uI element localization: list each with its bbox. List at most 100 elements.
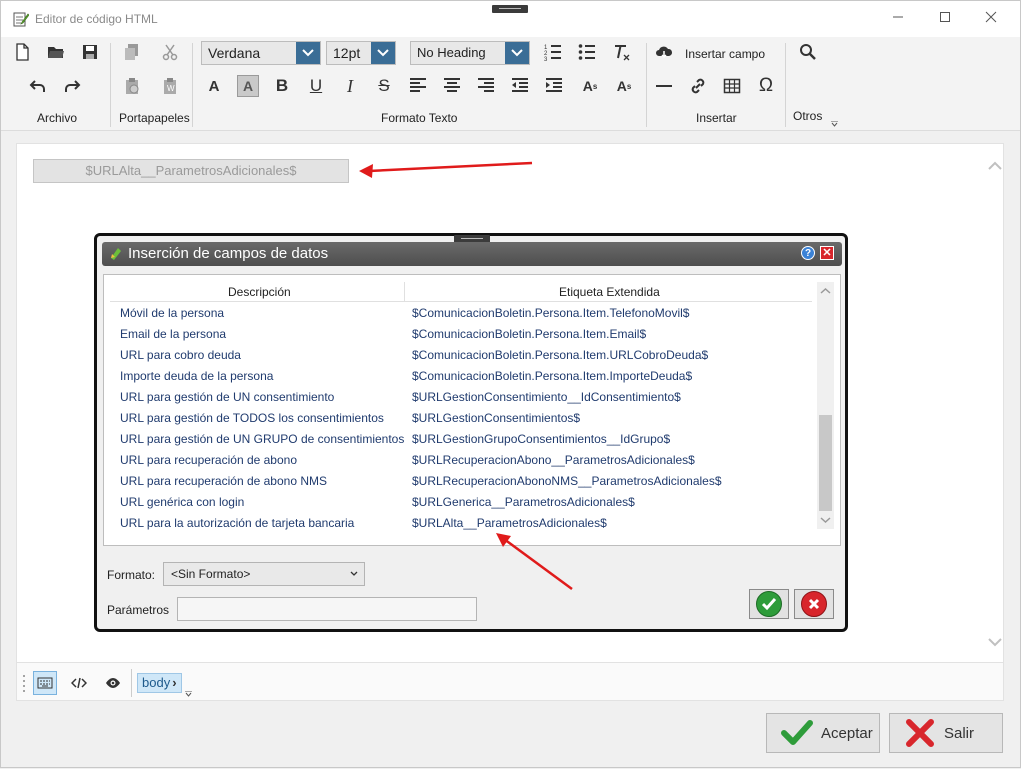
inserted-field-chip[interactable]: $URLAlta__ParametrosAdicionales$ xyxy=(33,159,349,183)
numbered-list-icon: 123 xyxy=(544,45,561,61)
italic-button[interactable]: I xyxy=(337,73,363,99)
minimize-button[interactable] xyxy=(885,7,911,31)
new-file-button[interactable] xyxy=(9,39,35,65)
table-row[interactable]: URL para la autorización de tarjeta banc… xyxy=(110,513,812,534)
table-row[interactable]: URL para gestión de UN GRUPO de consenti… xyxy=(110,429,812,450)
font-size-select[interactable]: 12pt xyxy=(326,41,396,65)
column-header-etiqueta[interactable]: Etiqueta Extendida xyxy=(559,285,660,299)
table-row[interactable]: URL para gestión de TODOS los consentimi… xyxy=(110,408,812,429)
dialog-ok-button[interactable] xyxy=(749,589,789,619)
align-left-button[interactable] xyxy=(405,73,431,99)
row-description: URL para cobro deuda xyxy=(120,348,241,362)
dialog-close-icon[interactable]: ✕ xyxy=(820,246,834,260)
dialog-app-icon xyxy=(111,248,121,260)
tag-breadcrumb[interactable]: body › xyxy=(137,673,182,693)
ribbon-expand-icon[interactable] xyxy=(831,121,838,127)
accept-button[interactable]: Aceptar xyxy=(766,713,880,753)
save-icon xyxy=(83,45,97,59)
open-folder-button[interactable] xyxy=(43,39,69,65)
superscript-glyph: A xyxy=(582,78,593,94)
exit-button[interactable]: Salir xyxy=(889,713,1003,753)
minimize-icon xyxy=(893,16,903,18)
indent-button[interactable] xyxy=(541,73,567,99)
table-row[interactable]: URL genérica con login $URLGenerica__Para… xyxy=(110,492,812,513)
source-view-button[interactable] xyxy=(67,671,91,695)
table-row[interactable]: URL para recuperación de abono NMS $URLRe… xyxy=(110,471,812,492)
scroll-up-icon[interactable] xyxy=(987,158,1003,174)
formato-value: <Sin Formato> xyxy=(171,567,251,581)
strikethrough-button[interactable]: S xyxy=(371,73,397,99)
table-row[interactable]: Móvil de la persona $ComunicacionBoletin.… xyxy=(110,303,812,324)
superscript-button[interactable]: As xyxy=(577,73,603,99)
parametros-label: Parámetros xyxy=(107,603,170,617)
table-button[interactable] xyxy=(719,73,745,99)
parametros-input[interactable] xyxy=(177,597,477,621)
subscript-button[interactable]: As xyxy=(611,73,637,99)
divider xyxy=(131,669,132,697)
maximize-button[interactable] xyxy=(932,7,958,31)
search-button[interactable] xyxy=(795,39,821,65)
undo-button[interactable] xyxy=(25,73,51,99)
link-button[interactable] xyxy=(685,73,711,99)
paste-button[interactable] xyxy=(119,73,145,99)
row-extended-tag: $URLGestionGrupoConsentimientos__IdGrupo… xyxy=(412,432,671,446)
scroll-down-icon[interactable] xyxy=(818,513,833,527)
bold-button[interactable]: B xyxy=(269,73,295,99)
clear-format-button[interactable] xyxy=(608,39,634,65)
help-icon[interactable]: ? xyxy=(801,246,815,260)
redo-button[interactable] xyxy=(59,73,85,99)
font-family-select[interactable]: Verdana xyxy=(201,41,321,65)
scroll-up-icon[interactable] xyxy=(818,284,833,298)
group-label-formato-texto: Formato Texto xyxy=(381,111,458,125)
row-extended-tag: $ComunicacionBoletin.Persona.Item.Telefo… xyxy=(412,306,690,320)
preview-button[interactable] xyxy=(101,671,125,695)
checkmark-icon xyxy=(781,720,813,745)
save-button[interactable] xyxy=(77,39,103,65)
svg-text:W: W xyxy=(167,84,175,93)
copy-button[interactable] xyxy=(119,39,145,65)
grid-scrollbar[interactable] xyxy=(817,282,834,529)
column-header-descripcion[interactable]: Descripción xyxy=(228,285,291,299)
cut-button[interactable] xyxy=(157,39,183,65)
new-file-icon xyxy=(16,43,29,61)
formato-select[interactable]: <Sin Formato> xyxy=(163,562,365,586)
close-button[interactable] xyxy=(978,7,1004,31)
table-row[interactable]: URL para recuperación de abono $URLRecupe… xyxy=(110,450,812,471)
row-description: URL para la autorización de tarjeta banc… xyxy=(120,516,355,530)
bar-expand-icon[interactable] xyxy=(185,691,192,697)
numbered-list-button[interactable]: 123 xyxy=(540,39,566,65)
outdent-button[interactable] xyxy=(507,73,533,99)
accept-label: Aceptar xyxy=(821,724,873,742)
table-row[interactable]: Importe deuda de la persona $Comunicacion… xyxy=(110,366,812,387)
scroll-thumb[interactable] xyxy=(819,415,832,511)
subscript-glyph: A xyxy=(616,78,627,94)
align-center-button[interactable] xyxy=(439,73,465,99)
group-label-portapapeles: Portapapeles xyxy=(119,111,190,125)
outdent-icon xyxy=(512,78,528,92)
insert-field-cloud-icon[interactable] xyxy=(651,39,677,65)
special-char-button[interactable]: Ω xyxy=(753,73,779,99)
design-view-button[interactable] xyxy=(33,671,57,695)
paste-word-button[interactable]: W xyxy=(157,73,183,99)
bullet-list-button[interactable] xyxy=(574,39,600,65)
underline-button[interactable]: U xyxy=(303,73,329,99)
scroll-down-icon[interactable] xyxy=(987,634,1003,650)
row-extended-tag: $URLGestionConsentimiento__IdConsentimie… xyxy=(412,390,681,404)
row-extended-tag: $URLGestionConsentimientos$ xyxy=(412,411,581,425)
table-row[interactable]: Email de la persona $ComunicacionBoletin.… xyxy=(110,324,812,345)
highlight-button[interactable]: A xyxy=(237,75,259,97)
font-color-button[interactable]: A xyxy=(201,73,227,99)
row-description: URL genérica con login xyxy=(120,495,245,509)
align-right-button[interactable] xyxy=(473,73,499,99)
insert-field-label[interactable]: Insertar campo xyxy=(685,47,765,61)
tag-breadcrumb-label: body xyxy=(142,675,171,690)
horizontal-rule-button[interactable] xyxy=(651,73,677,99)
table-row[interactable]: URL para cobro deuda $ComunicacionBoletin… xyxy=(110,345,812,366)
drag-grip[interactable] xyxy=(492,5,528,13)
ribbon-separator xyxy=(785,43,786,127)
row-extended-tag: $ComunicacionBoletin.Persona.Item.Import… xyxy=(412,369,693,383)
open-folder-icon xyxy=(48,47,64,58)
heading-select[interactable]: No Heading xyxy=(410,41,530,65)
table-row[interactable]: URL para gestión de UN consentimiento $UR… xyxy=(110,387,812,408)
dialog-cancel-button[interactable] xyxy=(794,589,834,619)
